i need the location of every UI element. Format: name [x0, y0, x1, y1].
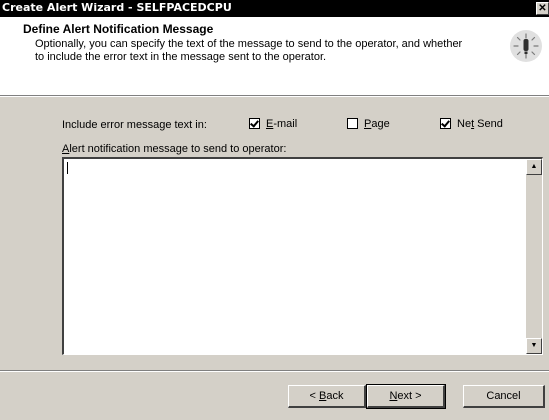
net-send-checkbox[interactable]: Net Send	[440, 118, 503, 130]
header-divider	[0, 95, 549, 97]
alert-message-label: Alert notification message to send to op…	[62, 143, 287, 155]
next-button[interactable]: Next >	[366, 384, 446, 409]
email-checkbox[interactable]: E-mail	[249, 118, 297, 130]
message-scrollbar[interactable]: ▲ ▼	[526, 159, 542, 354]
email-checkbox-box[interactable]	[249, 118, 260, 129]
page-checkbox-box[interactable]	[347, 118, 358, 129]
scroll-up-button[interactable]: ▲	[526, 159, 542, 175]
back-button[interactable]: < Back	[288, 385, 366, 408]
text-caret	[67, 162, 68, 174]
scroll-down-button[interactable]: ▼	[526, 338, 542, 354]
page-description: Optionally, you can specify the text of …	[35, 38, 463, 63]
page-checkbox[interactable]: Page	[347, 118, 390, 130]
include-error-text-label: Include error message text in:	[62, 119, 207, 131]
footer-divider	[0, 370, 549, 372]
alert-message-input[interactable]: ▲ ▼	[62, 157, 543, 355]
close-button[interactable]: ✕	[536, 2, 549, 15]
cancel-button[interactable]: Cancel	[463, 385, 545, 408]
window-title: Create Alert Wizard - SELFPACEDCPU	[2, 1, 232, 14]
title-bar[interactable]: Create Alert Wizard - SELFPACEDCPU ✕	[0, 0, 549, 17]
page-title: Define Alert Notification Message	[23, 22, 214, 36]
arrow-down-icon: ▼	[530, 342, 538, 349]
close-icon: ✕	[538, 3, 547, 14]
net-send-checkbox-box[interactable]	[440, 118, 451, 129]
alert-wizard-icon	[510, 30, 542, 62]
arrow-up-icon: ▲	[530, 163, 538, 170]
